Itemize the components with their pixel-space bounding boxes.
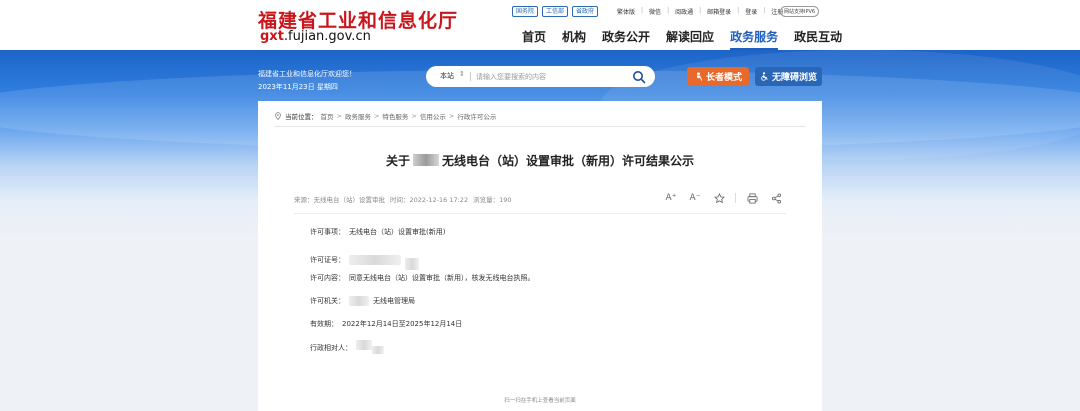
search-icon[interactable]: [632, 70, 646, 84]
article-meta: 来源：无线电台（站）设置审批 时间：2022-12-16 17:22 浏览量：1…: [294, 194, 512, 204]
breadcrumb-separator: >: [448, 112, 455, 120]
site-header: 福建省工业和信息化厅 gxt.fujian.gov.cn 国务院 工信部 省政府…: [0, 0, 1080, 50]
divider: |: [699, 7, 702, 14]
redacted-counterparty: [356, 340, 372, 350]
breadcrumb-separator: >: [373, 112, 380, 120]
redacted-counterparty: [372, 346, 384, 354]
elder-mode-button[interactable]: 长者模式: [687, 67, 749, 86]
meta-source: 来源：无线电台（站）设置审批: [294, 196, 385, 204]
breadcrumb-separator: >: [411, 112, 417, 120]
wheelchair-icon: [761, 72, 768, 81]
field-license-authority: 许可机关： 无线电管理局: [310, 296, 415, 306]
nav-gov-affairs-open[interactable]: 政务公开: [602, 28, 650, 50]
link-wechat[interactable]: 微信: [649, 7, 661, 16]
breadcrumb-admin-license[interactable]: 行政许可公示: [457, 111, 496, 121]
share-icon: [771, 193, 781, 203]
favorite-button[interactable]: [711, 191, 727, 205]
field-label: 许可机关：: [310, 297, 345, 305]
field-license-number: 许可证号：: [310, 250, 419, 270]
accessible-browse-button[interactable]: 无障碍浏览: [755, 67, 822, 86]
nav-interaction[interactable]: 政民互动: [794, 28, 842, 50]
star-icon: [713, 192, 725, 203]
domain-highlight: gxt: [260, 29, 284, 44]
ipv6-badge: 网站支持IPV6: [780, 6, 820, 17]
divider: |: [763, 7, 766, 14]
badge-province[interactable]: 省政府: [572, 6, 599, 17]
redacted-authority: [349, 296, 369, 306]
field-value: 无线电管理局: [373, 297, 415, 305]
site-domain: gxt.fujian.gov.cn: [260, 29, 371, 44]
field-value: 同意无线电台（站）设置审批（新用），核发无线电台执照。: [349, 274, 535, 282]
meta-time: 时间：2022-12-16 17:22: [390, 196, 469, 204]
nav-interpretation[interactable]: 解读回应: [666, 28, 714, 50]
divider: [470, 72, 471, 81]
divider: |: [641, 7, 644, 14]
breadcrumb-separator: >: [336, 112, 342, 120]
field-license-content: 许可内容： 同意无线电台（站）设置审批（新用），核发无线电台执照。: [310, 273, 535, 283]
divider: [274, 126, 806, 127]
link-mail-login[interactable]: 邮箱登录: [707, 7, 731, 16]
nav-gov-services[interactable]: 政务服务: [730, 28, 779, 50]
breadcrumb: 当前位置： 首页 > 政务服务 > 特色服务 > 信用公示 > 行政许可公示: [274, 111, 496, 121]
badge-state-council[interactable]: 国务院: [512, 6, 539, 17]
field-license-item: 许可事项： 无线电台（站）设置审批(新用): [310, 227, 445, 237]
title-prefix: 关于: [385, 154, 410, 168]
main-nav: 首页 机构 政务公开 解读回应 政务服务 政民互动: [522, 28, 858, 50]
share-button[interactable]: [768, 191, 784, 205]
badge-miit[interactable]: 工信部: [542, 6, 569, 17]
field-validity: 有效期： 2022年12月14日至2025年12月14日: [310, 319, 462, 329]
article-title: 关于 无线电台（站）设置审批（新用）许可结果公示: [258, 152, 822, 169]
top-links: 繁体版 | 微信 | 阅政通 | 邮箱登录 | 登录 | 注册: [617, 7, 783, 16]
search-input[interactable]: [476, 69, 626, 84]
field-label: 许可内容：: [310, 274, 345, 282]
field-value: 2022年12月14日至2025年12月14日: [342, 320, 463, 328]
sort-arrows-icon: ⇕: [459, 70, 465, 78]
field-label: 有效期：: [310, 320, 338, 328]
field-label: 行政相对人：: [310, 344, 352, 352]
domain-rest: .fujian.gov.cn: [283, 29, 371, 44]
meta-views: 浏览量：190: [473, 196, 512, 204]
welcome-text: 福建省工业和信息化厅欢迎您！: [258, 70, 356, 78]
breadcrumb-label: 当前位置：: [285, 113, 318, 121]
link-login[interactable]: 登录: [745, 7, 757, 16]
redacted-name: [413, 154, 439, 166]
breadcrumb-home[interactable]: 首页: [321, 111, 334, 121]
field-label: 许可事项：: [310, 228, 345, 236]
link-yuezhengtong[interactable]: 阅政通: [675, 7, 693, 16]
breadcrumb-featured-services[interactable]: 特色服务: [382, 111, 408, 121]
font-decrease-button[interactable]: A⁻: [687, 191, 703, 205]
print-icon: [747, 193, 757, 203]
elder-mode-label: 长者模式: [705, 73, 742, 83]
nav-home[interactable]: 首页: [522, 28, 546, 50]
search-box: 本站 ⇕: [426, 66, 655, 87]
link-traditional[interactable]: 繁体版: [617, 7, 635, 16]
nav-organization[interactable]: 机构: [562, 28, 586, 50]
print-button[interactable]: [744, 191, 760, 205]
article-card: 当前位置： 首页 > 政务服务 > 特色服务 > 信用公示 > 行政许可公示 关…: [258, 101, 822, 411]
divider: [294, 213, 786, 214]
font-increase-button[interactable]: A⁺: [663, 191, 679, 205]
title-suffix: 无线电台（站）设置审批（新用）许可结果公示: [442, 154, 695, 168]
breadcrumb-credit-notice[interactable]: 信用公示: [420, 111, 446, 121]
location-icon: [275, 112, 281, 120]
field-counterparty: 行政相对人：: [310, 340, 384, 354]
redacted-license-number: [405, 258, 419, 270]
divider: |: [667, 7, 670, 14]
qr-hint: 扫一扫在手机上查看当前页面: [504, 398, 576, 404]
accessible-browse-label: 无障碍浏览: [771, 73, 817, 83]
field-value: 无线电台（站）设置审批(新用): [349, 228, 446, 236]
divider: |: [737, 7, 740, 14]
field-label: 许可证号：: [310, 256, 345, 264]
gov-badges: 国务院 工信部 省政府: [512, 6, 599, 17]
divider: [735, 193, 736, 203]
elder-icon: [696, 72, 703, 81]
redacted-license-number: [349, 255, 401, 265]
search-scope-select[interactable]: 本站: [440, 71, 454, 81]
breadcrumb-gov-services[interactable]: 政务服务: [345, 111, 371, 121]
date-text: 2023年11月23日 星期四: [258, 83, 338, 91]
article-tools: A⁺ A⁻: [663, 191, 784, 205]
